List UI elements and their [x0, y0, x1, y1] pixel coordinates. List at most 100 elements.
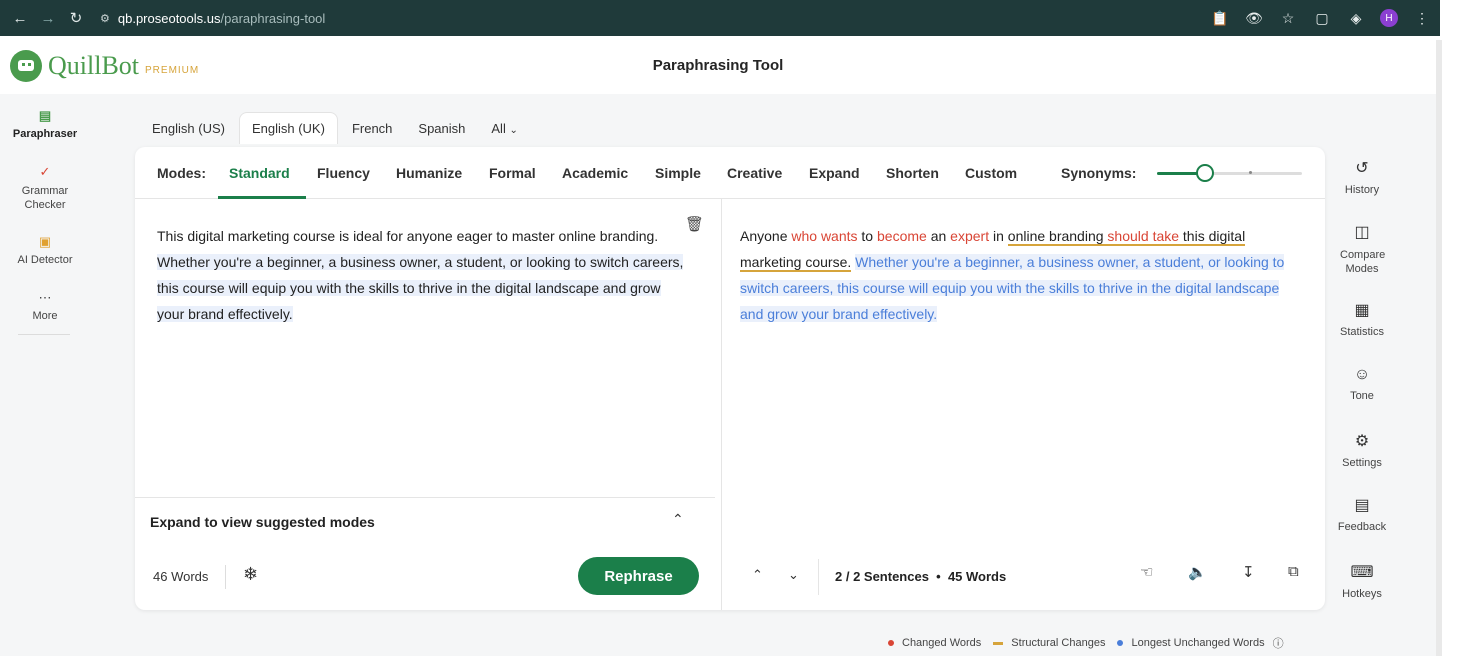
sidebar-item-label: Feedback [1337, 521, 1387, 533]
structural-change[interactable]: online branding [1007, 228, 1104, 246]
changed-word[interactable]: who wants [791, 228, 857, 244]
tab-all-label: All [491, 120, 506, 136]
red-dot-icon [888, 640, 894, 646]
compare-icon: ◫ [1354, 224, 1370, 241]
gear-icon: ⚙ [1354, 433, 1370, 450]
footer-separator [225, 565, 226, 589]
tab-all[interactable]: All ⌄ [479, 113, 529, 144]
address-bar[interactable]: ⚙ qb.proseotools.us/paraphrasing-tool [100, 5, 1100, 31]
sidebar-item-tone[interactable]: ☺ Tone [1330, 366, 1394, 402]
mode-simple[interactable]: Simple [655, 165, 701, 181]
rephrase-button[interactable]: Rephrase [578, 557, 699, 595]
legend-label: Longest Unchanged Words [1131, 637, 1265, 649]
site-settings-icon[interactable]: ⚙ [100, 12, 110, 25]
legend-structural: Structural Changes [993, 637, 1105, 649]
mode-shorten[interactable]: Shorten [886, 165, 939, 181]
legend-changed: Changed Words [888, 637, 981, 649]
mode-creative[interactable]: Creative [727, 165, 782, 181]
copy-icon[interactable]: ⧉ [1288, 563, 1299, 580]
mode-expand[interactable]: Expand [809, 165, 860, 181]
feedback-icon: ▤ [1354, 497, 1370, 514]
input-text-area[interactable]: This digital marketing course is ideal f… [157, 223, 687, 327]
sidebar-item-label: Grammar Checker [21, 185, 69, 211]
clipboard-icon[interactable]: 📋 [1210, 8, 1230, 28]
sidebar-item-label: Settings [1342, 457, 1382, 469]
extension-shield-icon[interactable]: ◈ [1346, 8, 1366, 28]
smiley-icon: ☺ [1353, 366, 1371, 383]
download-icon[interactable]: ↧ [1242, 563, 1255, 581]
sidebar-item-hotkeys[interactable]: ⌨ Hotkeys [1330, 564, 1394, 600]
sidebar-item-label: AI Detector [17, 254, 73, 266]
info-icon[interactable]: ⓘ [1273, 635, 1284, 651]
changed-word[interactable]: should take [1107, 228, 1180, 246]
sidebar-item-compare-modes[interactable]: ◫ Compare Modes [1330, 224, 1394, 276]
mode-formal[interactable]: Formal [489, 165, 536, 181]
freeze-words-icon[interactable]: ❄ [243, 564, 258, 585]
document-icon: ▤ [38, 108, 52, 123]
synonyms-label: Synonyms: [1061, 165, 1137, 181]
browser-toolbar: ← → ↻ ⚙ qb.proseotools.us/paraphrasing-t… [0, 0, 1440, 36]
mode-custom[interactable]: Custom [965, 165, 1017, 181]
thumbs-feedback-icon[interactable]: ☜ [1140, 563, 1153, 581]
extensions-icon[interactable]: ▢ [1312, 8, 1332, 28]
suggested-modes-expander[interactable]: Expand to view suggested modes ⌃ [135, 497, 715, 543]
sidebar-item-feedback[interactable]: ▤ Feedback [1330, 497, 1394, 533]
forward-arrow-icon[interactable]: → [34, 4, 62, 32]
mode-academic[interactable]: Academic [562, 165, 628, 181]
profile-avatar[interactable]: H [1380, 9, 1398, 27]
sidebar-item-grammar-checker[interactable]: ✓ Grammar Checker [0, 164, 90, 212]
legend-label: Changed Words [902, 637, 982, 649]
speaker-icon[interactable]: 🔈 [1188, 563, 1207, 581]
yellow-dash-icon [993, 641, 1004, 645]
footer-separator [818, 559, 819, 595]
eye-off-icon[interactable]: 👁 [1244, 8, 1264, 28]
output-text-area[interactable]: Anyone who wants to become an expert in … [740, 223, 1300, 327]
modes-bar: Modes: Standard Fluency Humanize Formal … [135, 147, 1325, 199]
tab-english-us[interactable]: English (US) [140, 113, 237, 144]
keyboard-icon: ⌨ [1350, 564, 1374, 581]
language-tabs: English (US) English (UK) French Spanish… [140, 110, 532, 146]
reload-icon[interactable]: ↻ [62, 4, 90, 32]
sidebar-item-ai-detector[interactable]: ▣ AI Detector [0, 234, 90, 266]
sidebar-item-label: Paraphraser [12, 128, 78, 140]
changed-word[interactable]: become [877, 228, 927, 244]
sidebar-item-more[interactable]: ⋯ More [0, 290, 90, 322]
sidebar-item-paraphraser[interactable]: ▤ Paraphraser [0, 108, 90, 140]
input-sentence-2: Whether you're a beginner, a business ow… [157, 254, 684, 322]
input-sentence-1: This digital marketing course is ideal f… [157, 228, 659, 244]
synonyms-slider-knob[interactable] [1196, 164, 1214, 182]
paraphraser-card: Modes: Standard Fluency Humanize Formal … [135, 147, 1325, 610]
kebab-menu-icon[interactable]: ⋮ [1412, 8, 1432, 28]
trash-icon[interactable]: 🗑 [685, 215, 704, 233]
mode-humanize[interactable]: Humanize [396, 165, 462, 181]
chevron-up-icon[interactable]: ⌃ [672, 511, 684, 528]
modes-label: Modes: [157, 165, 206, 181]
tab-english-uk[interactable]: English (UK) [238, 112, 338, 144]
sidebar-item-history[interactable]: ↺ History [1330, 160, 1394, 196]
ai-detector-icon: ▣ [38, 234, 52, 249]
output-word-count: 45 Words [947, 569, 1007, 584]
synonyms-slider[interactable] [1157, 164, 1302, 182]
page-scrollbar[interactable] [1436, 40, 1442, 656]
sidebar-item-label: Statistics [1339, 326, 1384, 338]
changed-word[interactable]: expert [950, 228, 989, 244]
star-icon[interactable]: ☆ [1278, 8, 1298, 28]
sidebar-item-settings[interactable]: ⚙ Settings [1330, 433, 1394, 469]
sidebar-divider [18, 334, 70, 335]
slider-step-dot [1249, 171, 1252, 174]
back-arrow-icon[interactable]: ← [6, 4, 34, 32]
mode-standard[interactable]: Standard [229, 165, 290, 181]
legend-unchanged: Longest Unchanged Words ⓘ [1117, 635, 1284, 651]
chevron-down-icon[interactable]: ⌄ [788, 567, 799, 583]
sidebar-item-label: History [1344, 184, 1380, 196]
grammar-icon: ✓ [39, 164, 51, 179]
app-header: QuillBot PREMIUM Paraphrasing Tool [0, 40, 1436, 92]
tab-french[interactable]: French [340, 113, 404, 144]
mode-fluency[interactable]: Fluency [317, 165, 370, 181]
highlight-legend: Changed Words Structural Changes Longest… [888, 635, 1296, 651]
url-path: /paraphrasing-tool [220, 10, 326, 26]
sidebar-item-statistics[interactable]: ▦ Statistics [1330, 302, 1394, 338]
output-segment: in [989, 228, 1008, 244]
tab-spanish[interactable]: Spanish [406, 113, 477, 144]
chevron-up-icon[interactable]: ⌃ [752, 567, 763, 583]
